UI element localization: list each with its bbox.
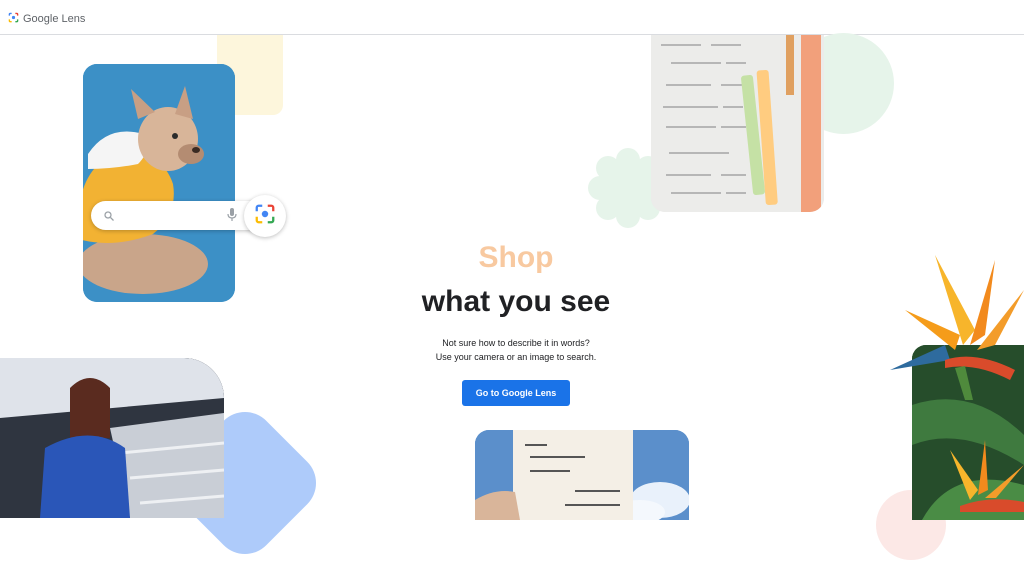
app-logo[interactable]: Google Lens: [8, 10, 85, 28]
camera-lens-icon: [254, 203, 276, 230]
app-title: Google Lens: [23, 13, 86, 25]
mic-icon[interactable]: [227, 208, 237, 227]
math-notes-photo: [651, 35, 824, 212]
top-bar: Google Lens: [0, 0, 1024, 35]
go-to-google-lens-button[interactable]: Go to Google Lens: [461, 380, 571, 406]
bird-of-paradise-flower: [890, 255, 1024, 400]
hero-subtitle-line-2: Use your camera or an image to search.: [435, 352, 597, 362]
bird-of-paradise-flower-lower: [950, 440, 1024, 512]
hero-section: Shop what you see Not sure how to descri…: [376, 238, 656, 406]
hero-accent-word: Shop: [478, 241, 554, 274]
fashion-photo: [0, 358, 224, 518]
google-lens-logo-icon: [8, 10, 19, 28]
dog-photo: [83, 64, 235, 302]
hero-subtitle: Not sure how to describe it in words? Us…: [376, 336, 656, 364]
search-icon: [103, 209, 115, 227]
lens-camera-button[interactable]: [244, 195, 286, 237]
handwritten-note-photo: [475, 430, 689, 520]
hero-subtitle-line-1: Not sure how to describe it in words?: [442, 338, 590, 348]
hero-title: what you see: [421, 285, 611, 318]
